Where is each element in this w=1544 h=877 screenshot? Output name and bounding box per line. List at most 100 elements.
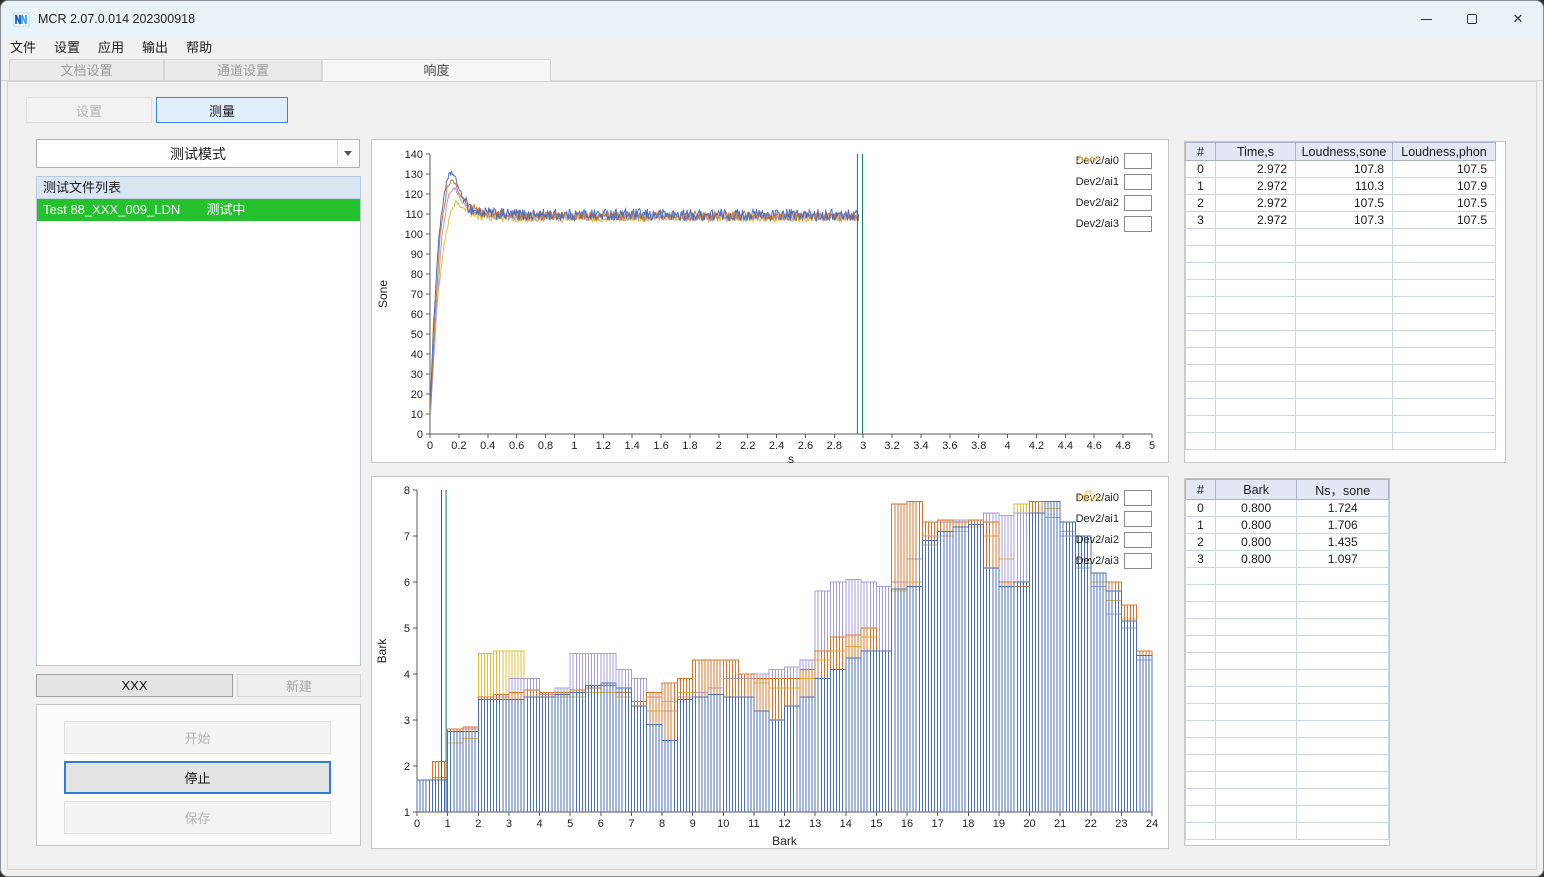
table-row[interactable]	[1185, 754, 1389, 772]
table-row[interactable]: 2 2.972 107.5 107.5	[1185, 194, 1496, 212]
table-row[interactable]	[1185, 347, 1496, 365]
svg-text:17: 17	[932, 818, 944, 830]
svg-text:3: 3	[506, 818, 512, 830]
column-header: #	[1185, 142, 1216, 161]
bark-table[interactable]: # Bark Ns，sone 0 0.800 1.724 1 0.800 1.706 2 0.800…	[1185, 479, 1389, 840]
svg-text:0: 0	[417, 429, 423, 441]
table-row[interactable]: 2 0.800 1.435	[1185, 533, 1389, 551]
svg-text:50: 50	[411, 329, 423, 341]
menu-settings[interactable]: 设置	[45, 37, 89, 59]
dropdown-arrow-box[interactable]	[337, 141, 358, 166]
table-row[interactable]	[1185, 567, 1389, 585]
table-row[interactable]	[1185, 635, 1389, 653]
svg-text:120: 120	[405, 189, 423, 201]
svg-text:0.8: 0.8	[538, 440, 553, 452]
svg-text:Sone: Sone	[376, 280, 390, 308]
svg-text:1: 1	[404, 807, 410, 819]
tab-document-settings[interactable]: 文档设置	[9, 59, 164, 81]
legend-label: Dev2/ai1	[1075, 513, 1119, 525]
table-row[interactable]	[1185, 822, 1389, 840]
table-row[interactable]: 3 0.800 1.097	[1185, 550, 1389, 568]
close-button[interactable]: ✕	[1495, 1, 1541, 37]
table-row[interactable]	[1185, 601, 1389, 619]
file-list-item[interactable]: Test 88_XXX_009_LDN 测试中	[37, 199, 360, 221]
loudness-time-chart[interactable]: 0 10 20 30 40 50 60 70 80 90 100 110 120 130 140 0 0.2 0.…	[372, 140, 1170, 464]
svg-text:3.8: 3.8	[971, 440, 986, 452]
menu-file[interactable]: 文件	[1, 37, 45, 59]
settings-subtab-button[interactable]: 设置	[26, 97, 152, 123]
svg-text:6: 6	[598, 818, 604, 830]
maximize-button[interactable]	[1449, 1, 1495, 37]
file-list-header: 测试文件列表	[37, 177, 360, 199]
legend-item: Dev2/ai2	[1076, 154, 1152, 212]
svg-text:1: 1	[571, 440, 577, 452]
maximize-icon	[1467, 14, 1477, 24]
table-row[interactable]	[1185, 313, 1496, 331]
table-row[interactable]	[1185, 720, 1389, 738]
legend-item: Dev2/ai1	[1075, 490, 1152, 528]
svg-text:14: 14	[840, 818, 852, 830]
svg-text:0.2: 0.2	[451, 440, 466, 452]
save-button[interactable]: 保存	[64, 801, 331, 834]
table-row[interactable]	[1185, 805, 1389, 823]
table-row[interactable]: 0 2.972 107.8 107.5	[1185, 160, 1496, 178]
menu-output[interactable]: 输出	[133, 37, 177, 59]
xxx-button[interactable]: XXX	[36, 674, 233, 697]
svg-text:8: 8	[659, 818, 665, 830]
table-row[interactable]	[1185, 262, 1496, 280]
table-row[interactable]	[1185, 364, 1496, 382]
svg-text:2: 2	[716, 440, 722, 452]
specific-loudness-chart[interactable]: 123456780 1 2 3 4 5 6 7 8 9 10 11 12 13 14 15 16 17 18 19 20…	[372, 477, 1170, 850]
stop-button[interactable]: 停止	[64, 761, 331, 794]
table-row[interactable]: 1 2.972 110.3 107.9	[1185, 177, 1496, 195]
measure-subtab-button[interactable]: 测量	[156, 97, 288, 123]
tab-loudness[interactable]: 响度	[322, 59, 551, 82]
table-row[interactable]	[1185, 669, 1389, 687]
table-row[interactable]: 1 0.800 1.706	[1185, 516, 1389, 534]
table-row[interactable]	[1185, 279, 1496, 297]
menu-apply[interactable]: 应用	[89, 37, 133, 59]
svg-text:80: 80	[411, 269, 423, 281]
menu-bar: 文件 设置 应用 输出 帮助	[1, 37, 1543, 59]
title-bar[interactable]: MCR 2.07.0.014 202300918 ✕	[1, 1, 1543, 37]
svg-text:13: 13	[809, 818, 821, 830]
table-row[interactable]: 3 2.972 107.3 107.5	[1185, 211, 1496, 229]
table-row[interactable]	[1185, 771, 1389, 789]
minimize-button[interactable]	[1403, 1, 1449, 37]
column-header: Loudness,phon	[1392, 142, 1496, 161]
table-row[interactable]	[1185, 788, 1389, 806]
start-button[interactable]: 开始	[64, 721, 331, 754]
table-row[interactable]	[1185, 703, 1389, 721]
table-row[interactable]	[1185, 415, 1496, 433]
table-row[interactable]	[1185, 296, 1496, 314]
table-row[interactable]	[1185, 245, 1496, 263]
svg-text:5: 5	[567, 818, 573, 830]
svg-text:s: s	[788, 452, 794, 464]
table-row[interactable]	[1185, 398, 1496, 416]
table-row[interactable]	[1185, 330, 1496, 348]
svg-text:16: 16	[901, 818, 913, 830]
menu-help[interactable]: 帮助	[177, 37, 221, 59]
new-button[interactable]: 新建	[237, 674, 361, 697]
svg-text:4.6: 4.6	[1087, 440, 1102, 452]
table-row[interactable]	[1185, 228, 1496, 246]
table-row[interactable]	[1185, 432, 1496, 450]
bar-sample-icon	[1078, 490, 1152, 569]
table-row[interactable]	[1185, 381, 1496, 399]
table-row[interactable]	[1185, 652, 1389, 670]
test-mode-dropdown[interactable]: 测试模式	[36, 139, 360, 168]
table-row[interactable]	[1185, 737, 1389, 755]
minimize-icon	[1420, 18, 1432, 20]
chevron-down-icon	[344, 151, 352, 156]
tab-strip: 文档设置 通道设置 响度	[1, 59, 1543, 82]
app-window: MCR 2.07.0.014 202300918 ✕ 文件 设置 应用 输出 帮…	[0, 0, 1544, 877]
tab-channel-settings[interactable]: 通道设置	[164, 59, 322, 81]
svg-text:1.6: 1.6	[653, 440, 668, 452]
svg-text:10: 10	[411, 409, 423, 421]
loudness-table[interactable]: # Time,s Loudness,sone Loudness,phon 0 2.972 1…	[1185, 142, 1496, 450]
table-row[interactable]	[1185, 686, 1389, 704]
table-row[interactable]: 0 0.800 1.724	[1185, 499, 1389, 517]
table-row[interactable]	[1185, 584, 1389, 602]
table-row[interactable]	[1185, 618, 1389, 636]
line-sample-icon	[1076, 154, 1152, 232]
